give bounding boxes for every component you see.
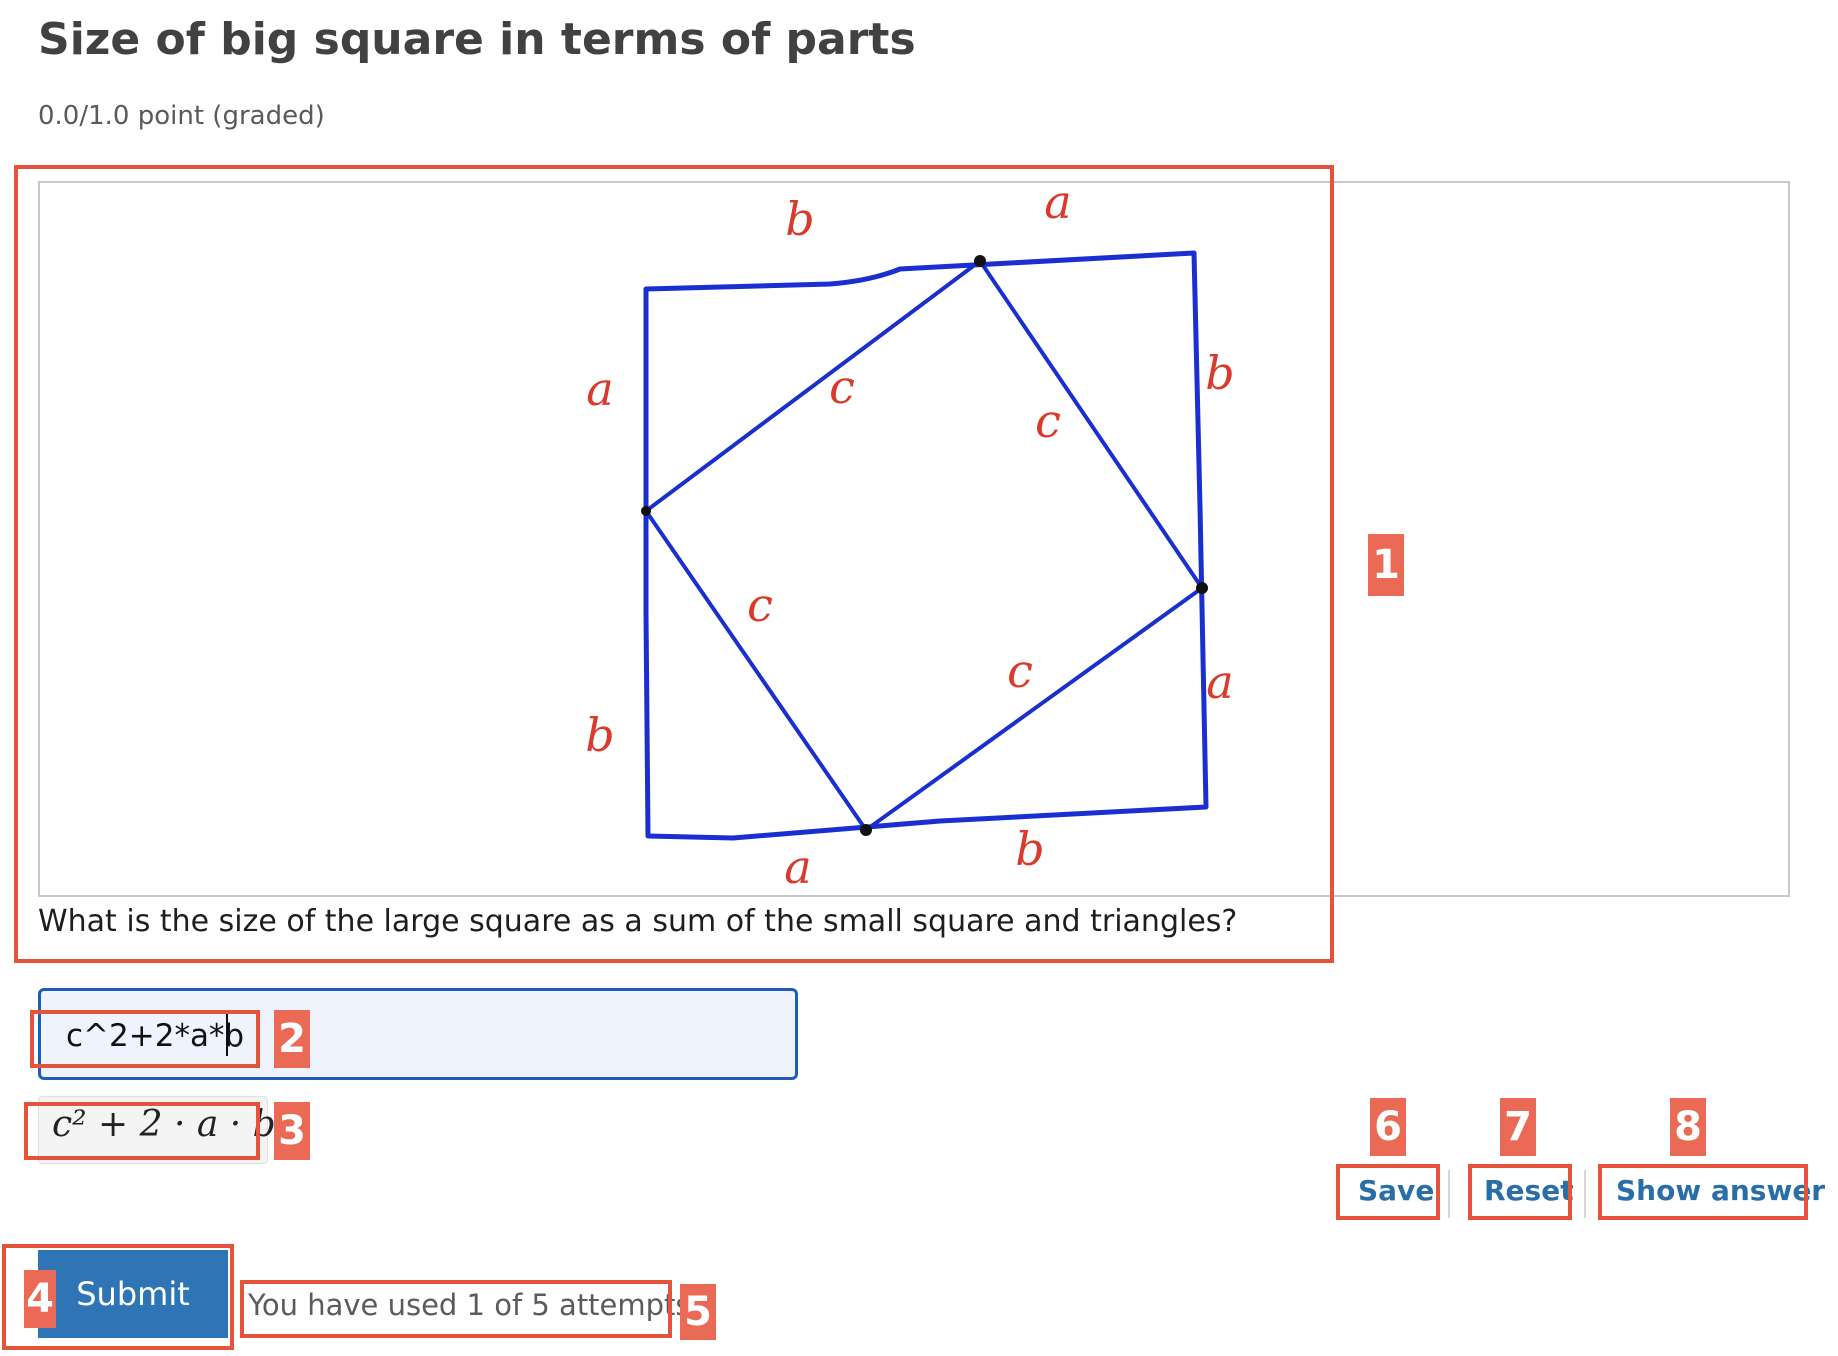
divider	[1584, 1170, 1586, 1218]
problem-title: Size of big square in terms of parts	[38, 14, 916, 65]
annotation-box-2	[30, 1010, 260, 1068]
annotation-box-5	[240, 1280, 672, 1338]
annotation-badge-4: 4	[24, 1270, 56, 1328]
annotation-badge-7: 7	[1500, 1098, 1536, 1156]
annotation-badge-6: 6	[1370, 1098, 1406, 1156]
annotation-box-8	[1598, 1164, 1808, 1220]
annotation-badge-3: 3	[274, 1102, 310, 1160]
annotation-badge-8: 8	[1670, 1098, 1706, 1156]
annotation-badge-5: 5	[680, 1284, 716, 1340]
annotation-box-3	[24, 1102, 260, 1160]
annotation-box-1	[14, 165, 1334, 963]
divider	[1448, 1170, 1450, 1218]
annotation-box-6	[1336, 1164, 1440, 1220]
points-label: 0.0/1.0 point (graded)	[38, 101, 325, 131]
annotation-badge-1: 1	[1368, 534, 1404, 596]
annotation-badge-2: 2	[274, 1010, 310, 1068]
annotation-box-7	[1468, 1164, 1572, 1220]
